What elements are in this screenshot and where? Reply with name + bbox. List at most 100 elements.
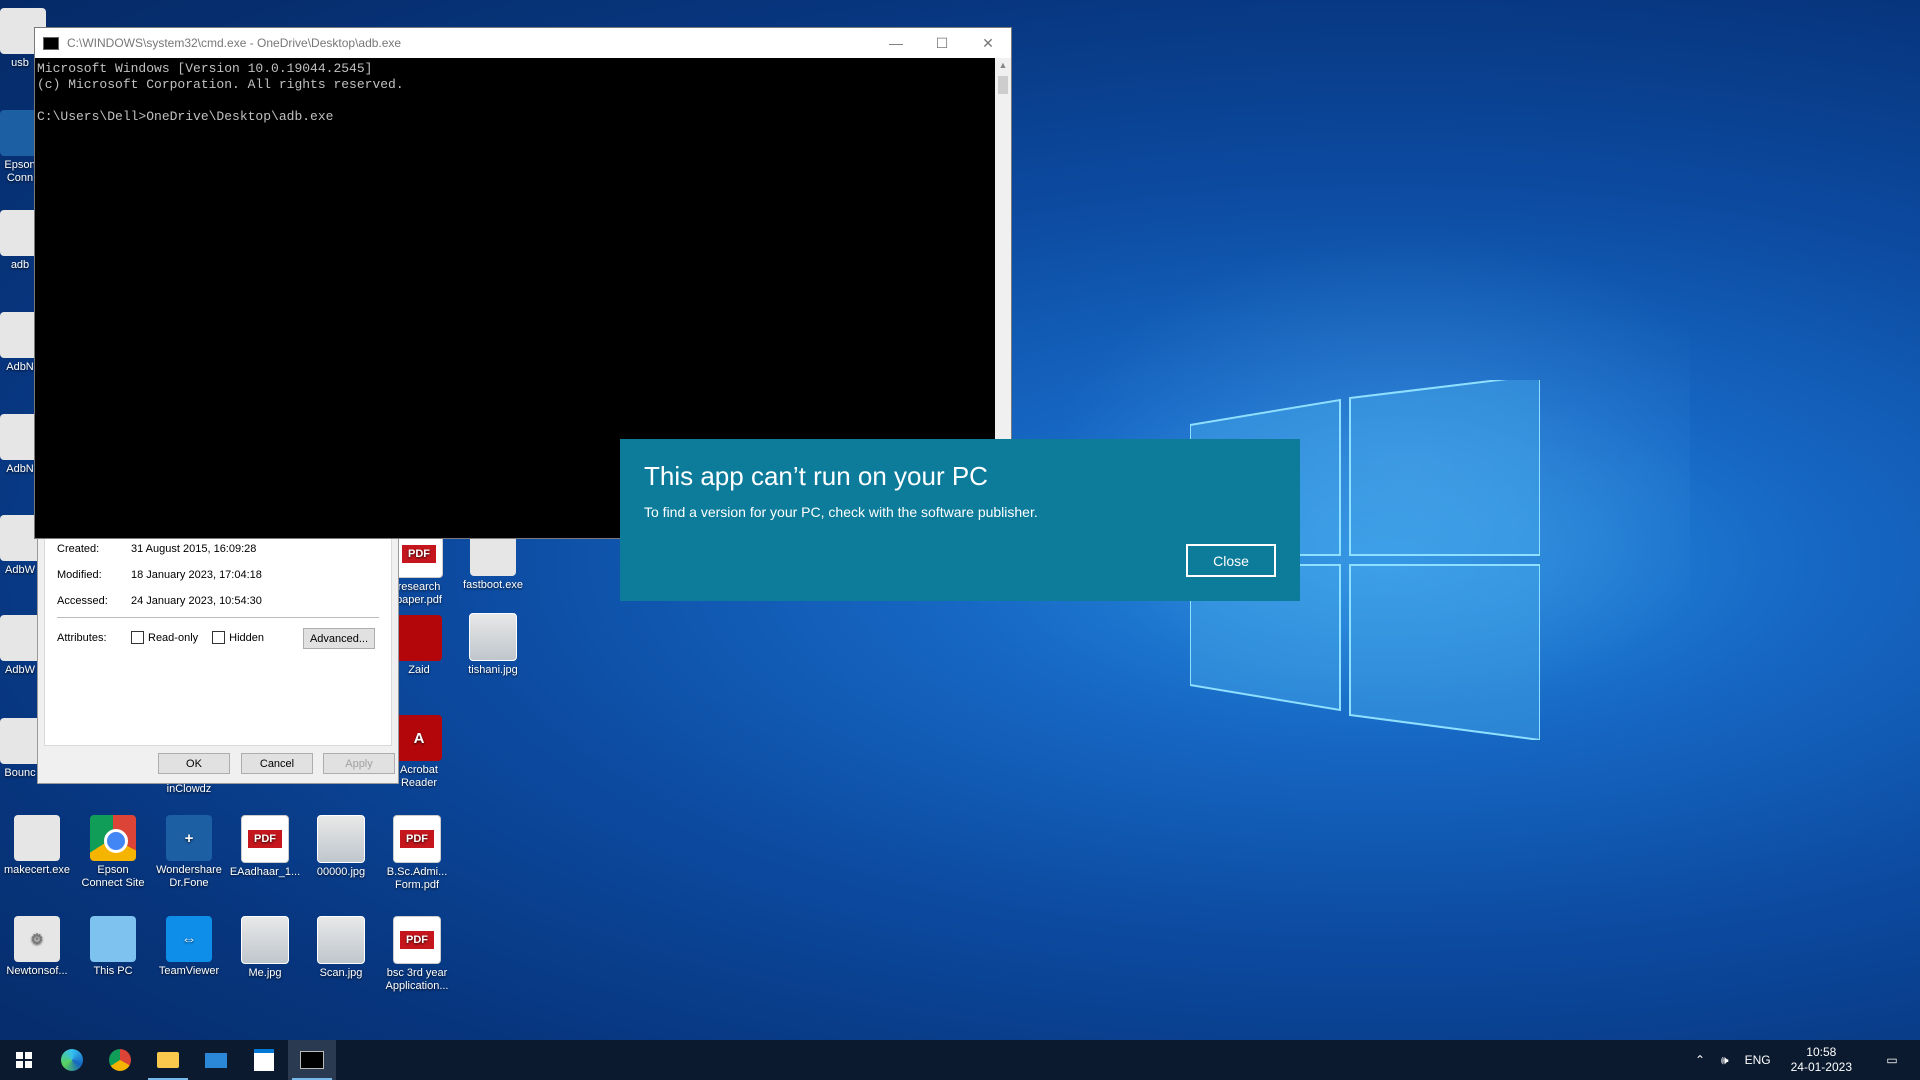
desktop-icon-label: makecert.exe bbox=[3, 864, 71, 876]
mail-icon bbox=[205, 1052, 227, 1068]
photo-icon bbox=[317, 916, 365, 964]
desktop-icon-label: inClowdz bbox=[166, 783, 212, 795]
desktop-icon-fastboot[interactable]: fastboot.exe bbox=[456, 530, 530, 592]
console-line: C:\Users\Dell>OneDrive\Desktop\adb.exe bbox=[37, 109, 334, 124]
language-indicator[interactable]: ENG bbox=[1737, 1053, 1779, 1067]
pdf-icon: PDF bbox=[393, 815, 441, 863]
desktop-icon-adbw-2[interactable]: AdbW bbox=[0, 615, 46, 677]
desktop-icon-teamviewer[interactable]: ⇔ TeamViewer bbox=[152, 916, 226, 978]
system-tray: ⌃ 🕪 ENG 10:58 24-01-2023 ▭ bbox=[1687, 1040, 1920, 1080]
image-icon bbox=[241, 916, 289, 964]
desktop-icon-tishani[interactable]: tishani.jpg bbox=[456, 613, 530, 677]
photo-icon bbox=[469, 613, 517, 661]
exe-icon bbox=[14, 815, 60, 861]
folder-icon bbox=[157, 1052, 179, 1068]
desktop-icon-label: Me.jpg bbox=[248, 967, 282, 979]
taskbar-store[interactable] bbox=[240, 1040, 288, 1080]
folder-icon bbox=[396, 615, 442, 661]
desktop-icon-bsc-3rd-year[interactable]: PDF bsc 3rd year Application... bbox=[380, 916, 454, 993]
clock-time: 10:58 bbox=[1806, 1045, 1837, 1059]
desktop-icon-bounc[interactable]: Bounc bbox=[0, 718, 46, 780]
desktop-icon-label: EAadhaar_1... bbox=[229, 866, 301, 878]
taskbar-chrome[interactable] bbox=[96, 1040, 144, 1080]
edge-icon bbox=[61, 1049, 83, 1071]
desktop-icon-label: tishani.jpg bbox=[468, 664, 518, 676]
cmd-title-bar[interactable]: C:\WINDOWS\system32\cmd.exe - OneDrive\D… bbox=[35, 28, 1011, 58]
desktop-icon-label: adb bbox=[10, 259, 30, 271]
desktop-icon-makecert[interactable]: makecert.exe bbox=[0, 815, 74, 877]
dialog-title: This app can’t run on your PC bbox=[644, 461, 988, 491]
windows-start-icon bbox=[16, 1052, 32, 1068]
ok-button[interactable]: OK bbox=[158, 753, 230, 774]
checkbox-box bbox=[212, 631, 226, 644]
desktop-icon-drfone[interactable]: + Wondershare Dr.Fone bbox=[152, 815, 226, 890]
checkbox-box bbox=[131, 631, 144, 644]
desktop-icon-label: Zaid bbox=[408, 664, 430, 676]
modified-row: Modified: 18 January 2023, 17:04:18 bbox=[57, 569, 262, 581]
modified-label: Modified: bbox=[57, 569, 102, 581]
chrome-icon bbox=[109, 1049, 131, 1071]
desktop-icon-eaadhaar[interactable]: PDF EAadhaar_1... bbox=[228, 815, 302, 879]
modified-value: 18 January 2023, 17:04:18 bbox=[131, 569, 262, 581]
desktop-icon-label: 00000.jpg bbox=[316, 866, 366, 878]
volume-icon[interactable]: 🕪 bbox=[1713, 1053, 1737, 1068]
scroll-up-icon[interactable]: ▲ bbox=[995, 60, 1011, 70]
taskbar-mail[interactable] bbox=[192, 1040, 240, 1080]
cancel-button[interactable]: Cancel bbox=[241, 753, 313, 774]
console-line: (c) Microsoft Corporation. All rights re… bbox=[37, 77, 404, 92]
readonly-checkbox[interactable]: Read-only bbox=[131, 631, 198, 644]
accessed-row: Accessed: 24 January 2023, 10:54:30 bbox=[57, 595, 262, 607]
action-center-notification-icon[interactable]: ▭ bbox=[1864, 1053, 1920, 1067]
hidden-checkbox[interactable]: Hidden bbox=[212, 631, 264, 644]
hidden-label: Hidden bbox=[229, 631, 264, 644]
taskbar-edge[interactable] bbox=[48, 1040, 96, 1080]
divider bbox=[57, 617, 379, 618]
cmd-icon bbox=[43, 36, 59, 50]
pdf-icon: PDF bbox=[241, 815, 289, 863]
advanced-button[interactable]: Advanced... bbox=[303, 628, 375, 649]
readonly-label: Read-only bbox=[148, 631, 199, 644]
scrollbar-thumb[interactable] bbox=[998, 76, 1008, 94]
apply-button[interactable]: Apply bbox=[323, 753, 395, 774]
desktop-icon-label: Epson Conn bbox=[4, 159, 36, 184]
start-button[interactable] bbox=[0, 1040, 48, 1080]
desktop-icon-00000[interactable]: 00000.jpg bbox=[304, 815, 378, 879]
clock-date: 24-01-2023 bbox=[1790, 1060, 1852, 1074]
attributes-row: Attributes: Read-only Hidden bbox=[57, 631, 278, 644]
desktop-icon-scan-jpg[interactable]: Scan.jpg bbox=[304, 916, 378, 980]
desktop-icon-label: Wondershare Dr.Fone bbox=[156, 864, 222, 889]
show-hidden-icons-chevron-up-icon[interactable]: ⌃ bbox=[1687, 1053, 1713, 1067]
close-button[interactable]: ✕ bbox=[965, 28, 1011, 58]
desktop-icon-epson-connect[interactable]: Epson Connect Site bbox=[76, 815, 150, 890]
gear-icon: ⚙ bbox=[14, 916, 60, 962]
desktop-icon-label: Newtonsof... bbox=[6, 965, 68, 977]
taskbar-file-explorer[interactable] bbox=[144, 1040, 192, 1080]
app-cant-run-dialog: This app can’t run on your PC To find a … bbox=[620, 439, 1300, 601]
desktop-icon-label: TeamViewer bbox=[158, 965, 220, 977]
desktop-icon-this-pc[interactable]: This PC bbox=[76, 916, 150, 978]
created-label: Created: bbox=[57, 543, 100, 555]
desktop-icon-bsc-admission[interactable]: PDF B.Sc.Admi... Form.pdf bbox=[380, 815, 454, 892]
cmd-icon bbox=[300, 1051, 324, 1069]
desktop-icon-label: Bounc bbox=[4, 767, 36, 779]
desktop-icon-me-jpg[interactable]: Me.jpg bbox=[228, 916, 302, 980]
photo-icon bbox=[317, 815, 365, 863]
dialog-message: To find a version for your PC, check wit… bbox=[644, 504, 1038, 520]
desktop-icon-label: Scan.jpg bbox=[319, 967, 363, 979]
close-button[interactable]: Close bbox=[1186, 544, 1276, 577]
desktop-icon-inclowdz[interactable]: inClowdz bbox=[152, 783, 226, 796]
chrome-icon bbox=[90, 815, 136, 861]
desktop-icon-label: usb bbox=[11, 57, 29, 69]
clock[interactable]: 10:58 24-01-2023 bbox=[1779, 1045, 1864, 1075]
store-icon bbox=[254, 1049, 274, 1071]
maximize-button[interactable]: ☐ bbox=[919, 28, 965, 58]
desktop-icon-label: fastboot.exe bbox=[463, 579, 523, 591]
cmd-window-title: C:\WINDOWS\system32\cmd.exe - OneDrive\D… bbox=[67, 36, 402, 50]
desktop-icon-newtonsoft[interactable]: ⚙ Newtonsof... bbox=[0, 916, 74, 978]
desktop-icon-label: AdbN bbox=[6, 463, 34, 475]
taskbar-cmd[interactable] bbox=[288, 1040, 336, 1080]
desktop-icon-label: AdbW bbox=[5, 564, 35, 576]
acrobat-icon: A bbox=[396, 715, 442, 761]
accessed-value: 24 January 2023, 10:54:30 bbox=[131, 595, 262, 607]
minimize-button[interactable]: — bbox=[873, 28, 919, 58]
